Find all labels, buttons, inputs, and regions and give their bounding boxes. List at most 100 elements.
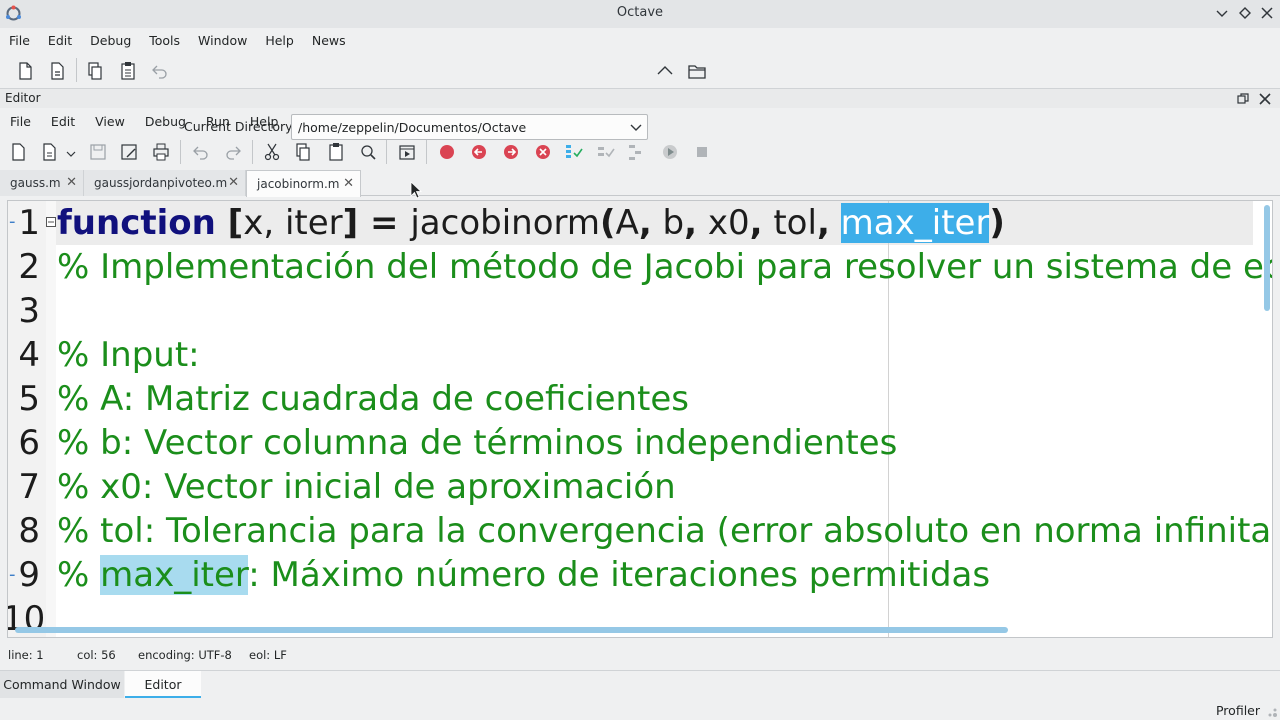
step-out-icon[interactable]	[626, 141, 648, 163]
stop-debug-icon[interactable]	[691, 141, 713, 163]
code-line-1[interactable]: function [x, iter] = jacobinorm(A, b, x0…	[57, 201, 1005, 245]
new-file-icon[interactable]	[7, 141, 29, 163]
step-in-icon[interactable]	[595, 141, 617, 163]
toggle-breakpoint-icon[interactable]	[436, 141, 458, 163]
chevron-down-icon[interactable]	[64, 146, 78, 160]
code-token: ,	[684, 203, 698, 243]
code-token: ,	[749, 203, 763, 243]
code-token: =	[358, 203, 411, 243]
code-line-9[interactable]: % max_iter: Máximo número de iteraciones…	[57, 553, 990, 597]
undock-icon[interactable]	[1236, 92, 1250, 106]
code-line-6[interactable]: % b: Vector columna de términos independ…	[57, 421, 897, 465]
code-line-5[interactable]: % A: Matriz cuadrada de coeficientes	[57, 377, 689, 421]
editor-menu-help[interactable]: Help	[240, 111, 289, 133]
horizontal-scrollbar[interactable]	[15, 627, 1008, 633]
editor-tab-bar: gauss.m ✕ gaussjordanpivoteo.m ✕ jacobin…	[0, 170, 1280, 197]
code-token: tol	[762, 203, 817, 243]
current-directory-combobox[interactable]: /home/zeppelin/Documentos/Octave	[291, 114, 648, 140]
highlighted-occurrence: max_iter	[100, 555, 249, 595]
editor-dock-header: Editor	[0, 88, 1280, 108]
code-token: ]	[342, 203, 359, 243]
print-icon[interactable]	[150, 141, 172, 163]
editor-toolbar	[0, 138, 1280, 166]
save-as-icon[interactable]	[118, 141, 140, 163]
tab-label: gaussjordanpivoteo.m	[94, 176, 228, 190]
fold-toggle-icon[interactable]	[46, 217, 56, 227]
maximize-icon[interactable]	[1237, 5, 1253, 21]
browse-folder-icon[interactable]	[686, 60, 708, 82]
copy-icon[interactable]	[84, 60, 106, 82]
tab-label: jacobinorm.m	[257, 177, 340, 191]
tab-gauss[interactable]: gauss.m ✕	[0, 170, 84, 196]
redo-icon[interactable]	[222, 141, 244, 163]
undo-icon[interactable]	[190, 141, 212, 163]
line-number: 4	[18, 335, 40, 375]
fold-margin	[46, 201, 56, 637]
status-bar: line: 1 col: 56 encoding: UTF-8 eol: LF	[0, 642, 1280, 666]
dock-tab-bar: Command Window Editor	[0, 670, 1280, 698]
editor-menu-view[interactable]: View	[85, 111, 135, 133]
previous-breakpoint-icon[interactable]	[468, 141, 490, 163]
undo-icon[interactable]	[149, 60, 171, 82]
close-icon[interactable]	[1258, 92, 1272, 106]
editor-menu-bar: File Edit View Debug Run Help	[0, 111, 288, 133]
tab-command-window[interactable]: Command Window	[0, 671, 124, 698]
line-number: 5	[18, 379, 40, 419]
editor-menu-debug[interactable]: Debug	[135, 111, 196, 133]
menu-news[interactable]: News	[303, 30, 355, 52]
menu-edit[interactable]: Edit	[39, 30, 81, 52]
continue-icon[interactable]	[659, 141, 681, 163]
step-icon[interactable]	[563, 141, 585, 163]
copy-icon[interactable]	[292, 141, 314, 163]
menu-file[interactable]: File	[0, 30, 39, 52]
line-number: 1	[18, 203, 40, 243]
status-eol: eol: LF	[249, 648, 287, 662]
tab-jacobinorm[interactable]: jacobinorm.m ✕	[246, 170, 361, 197]
menu-debug[interactable]: Debug	[81, 30, 140, 52]
menu-help[interactable]: Help	[256, 30, 303, 52]
horizontal-scrollbar-track[interactable]	[7, 624, 1273, 636]
menu-window[interactable]: Window	[189, 30, 256, 52]
run-script-icon[interactable]	[396, 141, 418, 163]
line-number: 7	[18, 467, 40, 507]
new-script-icon[interactable]	[14, 60, 36, 82]
close-tab-icon[interactable]: ✕	[228, 170, 239, 196]
cut-icon[interactable]	[261, 141, 283, 163]
status-col: col: 56	[77, 648, 116, 662]
remove-breakpoints-icon[interactable]	[532, 141, 554, 163]
vertical-scrollbar[interactable]	[1264, 205, 1270, 311]
paste-icon[interactable]	[117, 60, 139, 82]
find-icon[interactable]	[357, 141, 379, 163]
open-file-icon[interactable]	[46, 60, 68, 82]
close-tab-icon[interactable]: ✕	[343, 171, 354, 197]
code-line-2[interactable]: % Implementación del método de Jacobi pa…	[57, 245, 1272, 289]
tab-editor[interactable]: Editor	[125, 671, 201, 698]
code-line-8[interactable]: % tol: Tolerancia para la convergencia (…	[57, 509, 1272, 553]
code-token: x, iter	[243, 203, 343, 243]
status-encoding: encoding: UTF-8	[138, 648, 232, 662]
next-breakpoint-icon[interactable]	[500, 141, 522, 163]
save-icon[interactable]	[87, 141, 109, 163]
editor-dock-title: Editor	[5, 91, 41, 105]
code-editor[interactable]: - - 1 2 3 4 5 6 7 8 9 10 function [x, it…	[7, 200, 1273, 638]
chevron-down-icon[interactable]	[629, 120, 643, 134]
window-title: Octave	[616, 5, 664, 20]
minimize-icon[interactable]	[1214, 5, 1230, 21]
editor-menu-edit[interactable]: Edit	[41, 111, 85, 133]
code-line-4[interactable]: % Input:	[57, 333, 200, 377]
paste-icon[interactable]	[325, 141, 347, 163]
menu-tools[interactable]: Tools	[140, 30, 189, 52]
editor-menu-run[interactable]: Run	[196, 111, 240, 133]
line-number: 6	[18, 423, 40, 463]
resize-grip-icon[interactable]	[1264, 704, 1278, 718]
close-tab-icon[interactable]: ✕	[66, 170, 77, 196]
keyword-function: function	[57, 203, 216, 243]
parent-directory-icon[interactable]	[654, 60, 676, 82]
line-number: 9	[18, 555, 40, 595]
profiler-label[interactable]: Profiler	[1216, 703, 1260, 718]
editor-menu-file[interactable]: File	[0, 111, 41, 133]
open-file-icon[interactable]	[38, 141, 60, 163]
close-icon[interactable]	[1259, 5, 1275, 21]
tab-gaussjordanpivoteo[interactable]: gaussjordanpivoteo.m ✕	[84, 170, 246, 196]
code-line-7[interactable]: % x0: Vector inicial de aproximación	[57, 465, 676, 509]
